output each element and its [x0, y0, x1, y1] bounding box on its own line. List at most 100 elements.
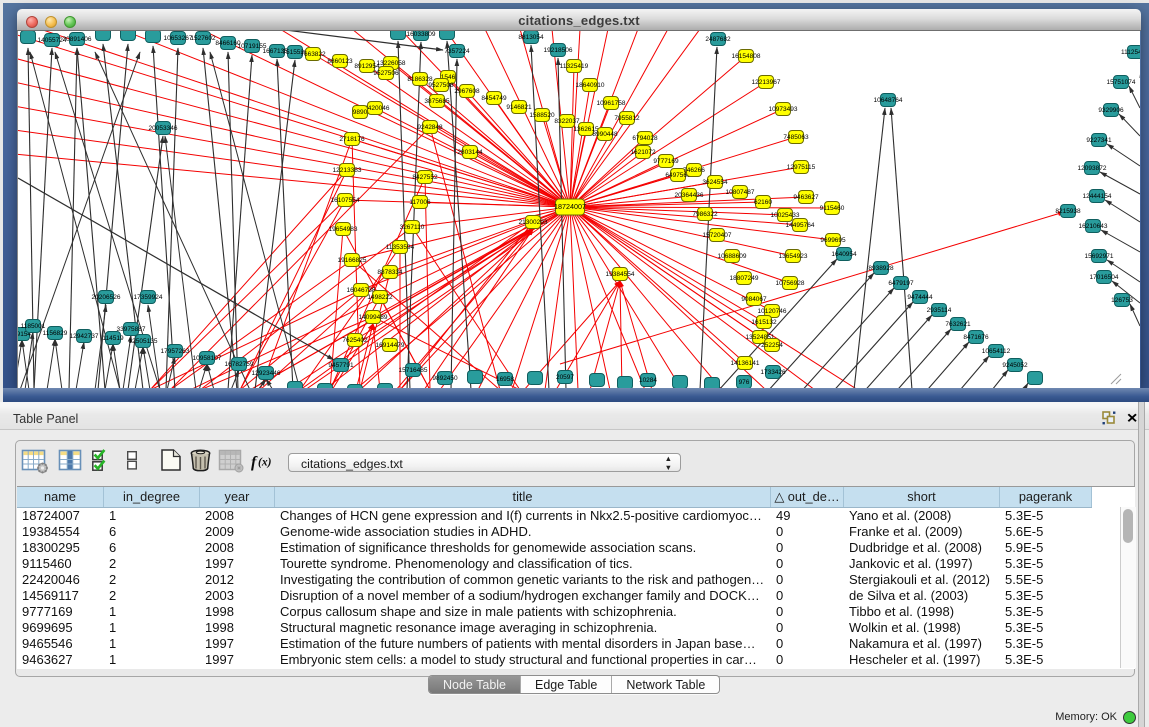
svg-text:10284: 10284 [639, 377, 657, 384]
svg-text:8471676: 8471676 [963, 334, 989, 341]
svg-text:1615132: 1615132 [751, 319, 777, 326]
svg-text:12923446: 12923446 [252, 370, 281, 377]
svg-text:11353594: 11353594 [386, 244, 415, 251]
svg-text:8215938: 8215938 [1055, 208, 1081, 215]
svg-text:10973493: 10973493 [769, 106, 798, 113]
svg-text:3267110: 3267110 [400, 224, 425, 231]
svg-text:12093872: 12093872 [1078, 165, 1107, 172]
svg-text:12505135: 12505135 [129, 338, 158, 345]
svg-text:9777169: 9777169 [653, 158, 679, 165]
svg-text:17359924: 17359924 [134, 294, 163, 301]
svg-text:10961758: 10961758 [597, 100, 626, 107]
svg-text:21300293: 21300293 [519, 219, 548, 226]
svg-text:f: f [251, 454, 258, 471]
svg-text:2487682: 2487682 [705, 36, 731, 43]
svg-text:7986322: 7986322 [692, 211, 718, 218]
svg-text:15716485: 15716485 [399, 367, 428, 374]
svg-text:117006: 117006 [409, 199, 431, 206]
svg-text:10756928: 10756928 [776, 280, 805, 287]
svg-text:14495764: 14495764 [786, 222, 815, 229]
svg-text:1498222: 1498222 [367, 294, 393, 301]
svg-text:7357224: 7357224 [444, 48, 470, 55]
svg-text:7625402: 7625402 [342, 337, 368, 344]
svg-text:20206526: 20206526 [92, 294, 121, 301]
svg-text:(x): (x) [258, 457, 272, 469]
svg-text:10958107: 10958107 [193, 355, 222, 362]
svg-text:1156829: 1156829 [43, 330, 68, 337]
svg-text:2935114: 2935114 [927, 307, 952, 314]
svg-text:17957263: 17957263 [161, 348, 190, 355]
svg-text:12213967: 12213967 [752, 79, 781, 86]
svg-text:16107554: 16107554 [331, 197, 360, 204]
svg-text:746266: 746266 [683, 167, 705, 174]
svg-text:8990448: 8990448 [592, 131, 618, 138]
svg-text:8454749: 8454749 [481, 95, 507, 102]
svg-text:10688609: 10688609 [718, 253, 747, 260]
svg-text:16958: 16958 [496, 376, 514, 383]
svg-text:1621072: 1621072 [630, 149, 656, 156]
svg-text:10120746: 10120746 [758, 308, 787, 315]
svg-text:10807487: 10807487 [726, 189, 755, 196]
svg-text:9227341: 9227341 [1086, 137, 1112, 144]
svg-text:12444154: 12444154 [1083, 193, 1112, 200]
svg-text:126753: 126753 [1111, 297, 1133, 304]
svg-text:2718176: 2718176 [339, 136, 365, 143]
svg-text:3875685: 3875685 [424, 98, 450, 105]
svg-text:8322037: 8322037 [554, 118, 580, 125]
svg-text:16914479: 16914479 [376, 342, 405, 349]
svg-text:19654983: 19654983 [329, 226, 358, 233]
svg-text:9699695: 9699695 [820, 237, 846, 244]
svg-text:16782759: 16782759 [225, 361, 254, 368]
svg-text:19384554: 19384554 [606, 271, 635, 278]
svg-text:16033809: 16033809 [407, 31, 436, 38]
svg-text:14136141: 14136141 [731, 360, 760, 367]
svg-text:9474444: 9474444 [907, 294, 933, 301]
svg-text:6794028: 6794028 [632, 135, 658, 142]
svg-text:2803144: 2803144 [457, 149, 483, 156]
svg-text:18724007: 18724007 [554, 202, 586, 211]
svg-text:9527506: 9527506 [373, 70, 399, 77]
svg-text:17016504: 17016504 [1090, 274, 1119, 281]
svg-text:9892450: 9892450 [432, 375, 458, 382]
svg-text:9329906: 9329906 [1098, 107, 1124, 114]
svg-text:15692971: 15692971 [1085, 253, 1114, 260]
svg-text:19166825: 19166825 [338, 257, 367, 264]
svg-text:12942737: 12942737 [70, 333, 99, 340]
svg-text:20597: 20597 [556, 374, 574, 381]
svg-text:976: 976 [739, 379, 750, 386]
svg-text:9245052: 9245052 [1002, 362, 1028, 369]
svg-text:7632621: 7632621 [945, 321, 971, 328]
svg-text:9242848: 9242848 [417, 124, 443, 131]
svg-text:15720407: 15720407 [703, 232, 732, 239]
svg-text:1733426: 1733426 [760, 369, 786, 376]
svg-text:14099489: 14099489 [359, 314, 388, 321]
svg-text:8878334: 8878334 [377, 269, 403, 276]
svg-text:8813054: 8813054 [518, 34, 544, 41]
svg-text:2967608: 2967608 [454, 88, 480, 95]
svg-text:3624554: 3624554 [702, 179, 728, 186]
svg-text:20891406: 20891406 [63, 36, 92, 43]
svg-text:16046738: 16046738 [347, 287, 376, 294]
svg-text:9146821: 9146821 [506, 104, 532, 111]
svg-text:7663822: 7663822 [300, 51, 326, 58]
svg-text:10654112: 10654112 [982, 348, 1011, 355]
svg-text:8427552: 8427552 [412, 174, 438, 181]
svg-text:114519: 114519 [102, 335, 124, 342]
svg-text:10653267: 10653267 [164, 35, 193, 42]
svg-text:1640954: 1640954 [831, 251, 857, 258]
svg-text:8938928: 8938928 [868, 265, 894, 272]
svg-text:9527508: 9527508 [428, 82, 454, 89]
svg-text:9463627: 9463627 [793, 194, 819, 201]
svg-text:9115460: 9115460 [820, 205, 845, 212]
svg-text:20053346: 20053346 [149, 125, 178, 132]
svg-text:7485063: 7485063 [783, 134, 809, 141]
svg-text:16210643: 16210643 [1079, 223, 1108, 230]
svg-text:16154808: 16154808 [732, 53, 761, 60]
svg-text:18807249: 18807249 [730, 275, 759, 282]
svg-text:19218506: 19218506 [544, 47, 573, 54]
svg-text:11325419: 11325419 [560, 63, 589, 70]
svg-text:33975887: 33975887 [117, 326, 146, 333]
svg-text:9457791: 9457791 [328, 362, 354, 369]
svg-text:18640910: 18640910 [576, 82, 605, 89]
svg-text:8860123: 8860123 [327, 58, 353, 65]
